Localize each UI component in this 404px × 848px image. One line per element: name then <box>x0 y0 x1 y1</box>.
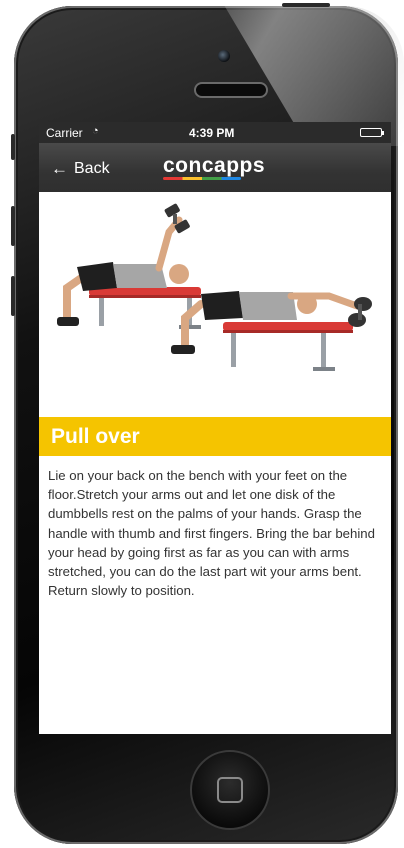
exercise-description: Lie on your back on the bench with your … <box>48 468 375 599</box>
pose-arms-up <box>57 203 201 329</box>
navigation-bar: ← Back concapps <box>39 143 391 192</box>
front-camera <box>218 50 230 62</box>
home-square-icon <box>217 777 243 803</box>
pose-arms-back <box>171 291 372 371</box>
power-button <box>282 3 330 7</box>
exercise-illustration-svg <box>57 203 372 371</box>
volume-up-button <box>11 206 15 246</box>
app-screen: Carrier ◔ 4:39 PM ← Back concapps Pull o… <box>39 122 391 734</box>
clock: 4:39 PM <box>189 126 235 140</box>
app-logo: concapps <box>163 154 266 177</box>
earpiece-speaker <box>194 82 268 98</box>
volume-down-button <box>11 276 15 316</box>
logo-color-stripe <box>163 177 241 180</box>
exercise-title: Pull over <box>39 417 391 456</box>
exercise-illustration <box>39 192 391 417</box>
carrier-label: Carrier <box>46 126 83 140</box>
home-button-icon[interactable] <box>190 750 270 830</box>
back-button[interactable]: ← Back <box>51 159 110 179</box>
mute-switch <box>11 134 15 160</box>
status-bar: Carrier ◔ 4:39 PM <box>39 122 391 143</box>
wifi-icon: ◔ <box>92 125 99 137</box>
arrow-left-icon: ← <box>51 159 68 178</box>
back-label: Back <box>74 160 110 177</box>
battery-icon <box>360 128 384 137</box>
